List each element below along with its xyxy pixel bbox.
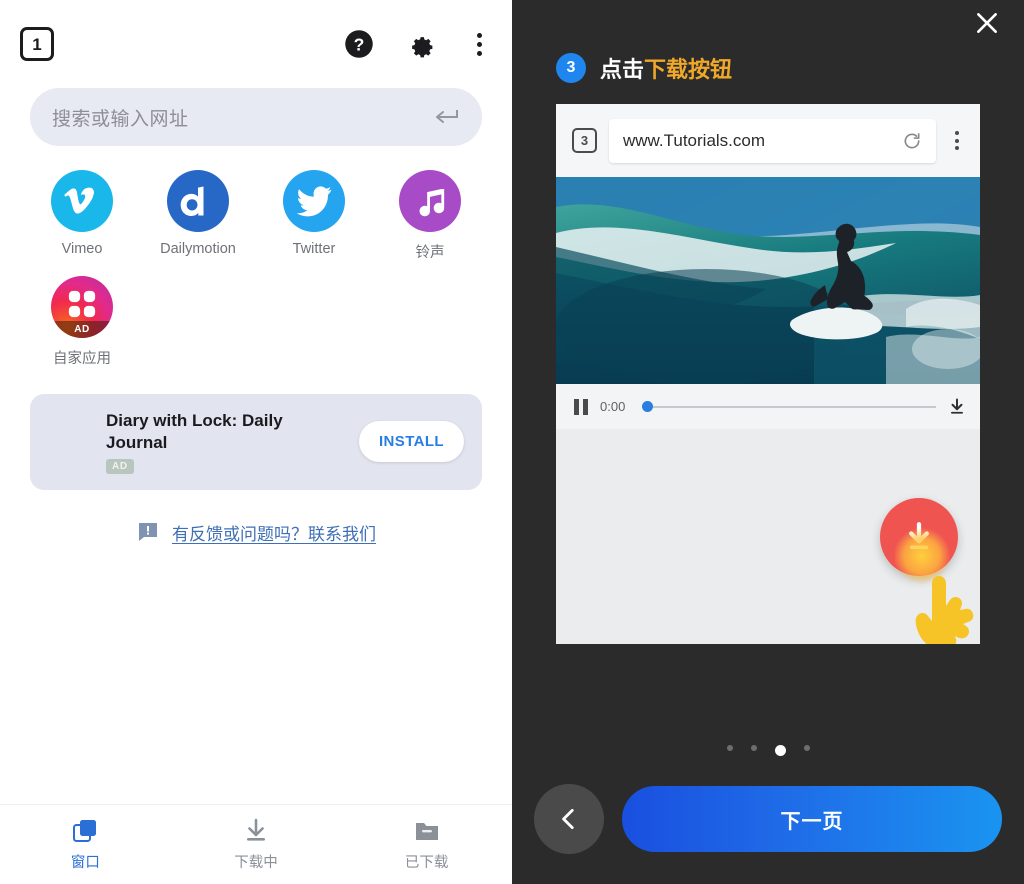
- overflow-menu-button[interactable]: [468, 29, 490, 59]
- pagination-dot[interactable]: [803, 745, 810, 751]
- kebab-dot: [476, 32, 482, 38]
- nav-item-downloading[interactable]: 下载中: [171, 817, 342, 872]
- shortcut-label: Twitter: [292, 241, 336, 257]
- ad-text-block: Diary with Lock: Daily Journal AD: [106, 410, 345, 474]
- clover-glyph: [68, 290, 96, 317]
- browser-home-panel: 1 ? 搜索或输入网址 Vimeo Dailymotion Twitter 铃声…: [0, 0, 512, 884]
- video-thumbnail[interactable]: [556, 177, 980, 384]
- shortcut-label: Dailymotion: [160, 241, 236, 257]
- close-button[interactable]: [964, 0, 1010, 46]
- shortcut-label: 铃声: [415, 245, 445, 261]
- shortcut-vimeo[interactable]: Vimeo: [24, 170, 140, 262]
- ad-card[interactable]: Diary with Lock: Daily Journal AD INSTAL…: [30, 394, 482, 490]
- help-circle-icon: ?: [345, 30, 373, 58]
- nav-item-downloaded[interactable]: 已下载: [341, 817, 512, 872]
- kebab-dot: [955, 138, 959, 143]
- step-title-highlight: 下载按钮: [644, 57, 733, 82]
- video-player-controls: 0:00: [556, 384, 980, 429]
- settings-button[interactable]: [406, 29, 436, 59]
- windows-stack-icon: [73, 820, 97, 842]
- tap-hand-icon: [915, 576, 974, 644]
- download-arrow-icon: [247, 818, 265, 841]
- chevron-left-icon: [562, 808, 574, 830]
- gear-icon: [412, 37, 433, 58]
- enter-return-icon[interactable]: [430, 105, 460, 129]
- tutorial-step-header: 3 点击下载按钮: [556, 52, 1024, 84]
- home-empty-space: [0, 545, 512, 805]
- install-button[interactable]: INSTALL: [358, 421, 464, 463]
- mock-tab-count[interactable]: 3: [572, 128, 597, 153]
- shortcut-ringtone[interactable]: 铃声: [372, 170, 488, 262]
- svg-text:?: ?: [354, 35, 365, 55]
- nav-label: 窗口: [70, 855, 100, 871]
- kebab-dot: [955, 146, 959, 150]
- ad-label-badge: AD: [106, 458, 134, 474]
- tutorial-actions: 下一页: [512, 784, 1024, 884]
- pause-bar: [583, 398, 588, 415]
- shortcut-label: 自家应用: [53, 351, 111, 367]
- mock-address-field[interactable]: www.Tutorials.com: [609, 118, 936, 163]
- topbar-actions: ?: [344, 29, 490, 59]
- feedback-bubble-icon: [139, 523, 157, 541]
- vimeo-icon: [51, 170, 113, 232]
- pagination-dot[interactable]: [750, 745, 757, 751]
- seek-slider[interactable]: [642, 399, 936, 415]
- tab-count-label: 1: [32, 34, 42, 54]
- search-bar-container: 搜索或输入网址: [0, 88, 512, 146]
- phone-mockup: 3 www.Tutorials.com 0:00: [556, 104, 980, 644]
- mock-overflow-menu[interactable]: [948, 131, 966, 150]
- download-arrow-icon[interactable]: [948, 397, 966, 417]
- ad-title: Diary with Lock: Daily Journal: [106, 411, 283, 452]
- browser-topbar: 1 ?: [0, 0, 512, 88]
- seek-thumb[interactable]: [642, 401, 653, 412]
- pagination-dot-active[interactable]: [774, 745, 786, 756]
- mock-url-bar: 3 www.Tutorials.com: [556, 104, 980, 177]
- music-note-icon: [399, 170, 461, 232]
- step-title-plain: 点击: [600, 57, 645, 82]
- dailymotion-icon: [167, 170, 229, 232]
- close-x-icon: [977, 13, 997, 33]
- kebab-dot: [955, 131, 959, 135]
- nav-label: 已下载: [404, 855, 449, 871]
- house-apps-icon: AD: [51, 276, 113, 338]
- back-button[interactable]: [534, 784, 604, 854]
- shortcut-house-apps[interactable]: AD 自家应用: [24, 276, 140, 368]
- nav-item-windows[interactable]: 窗口: [0, 817, 171, 872]
- folder-done-icon: [415, 823, 438, 840]
- tutorial-overlay-panel: 3 点击下载按钮 3 www.Tutorials.com 0:00 下一页: [512, 0, 1024, 884]
- pause-bar: [574, 398, 579, 415]
- shortcut-twitter[interactable]: Twitter: [256, 170, 372, 262]
- search-placeholder: 搜索或输入网址: [52, 108, 189, 130]
- twitter-icon: [283, 170, 345, 232]
- feedback-link[interactable]: 有反馈或问题吗？联系我们: [0, 520, 512, 545]
- tutorial-empty-space: [512, 644, 1024, 745]
- shortcut-dailymotion[interactable]: Dailymotion: [140, 170, 256, 262]
- mock-url-text: www.Tutorials.com: [623, 130, 766, 150]
- nav-label: 下载中: [234, 855, 278, 871]
- surfer-riding-wave-image: [556, 177, 980, 384]
- shortcut-label: Vimeo: [61, 241, 103, 257]
- step-number-badge: 3: [556, 53, 586, 83]
- tab-count-button[interactable]: 1: [20, 27, 54, 61]
- shortcut-grid: Vimeo Dailymotion Twitter 铃声 AD 自家应用: [0, 146, 512, 368]
- step-title: 点击下载按钮: [600, 52, 732, 84]
- pagination-dots: [512, 745, 1024, 756]
- next-page-button[interactable]: 下一页: [622, 786, 1002, 852]
- pagination-dot[interactable]: [726, 745, 733, 751]
- pause-icon[interactable]: [574, 398, 588, 415]
- search-input[interactable]: 搜索或输入网址: [30, 88, 482, 146]
- kebab-dot: [476, 50, 482, 56]
- kebab-dot: [476, 41, 482, 47]
- feedback-text: 有反馈或问题吗？联系我们: [172, 524, 376, 544]
- ad-badge: AD: [51, 321, 113, 338]
- playback-time: 0:00: [600, 399, 626, 414]
- bottom-navigation: 窗口 下载中 已下载: [0, 804, 512, 884]
- reload-icon[interactable]: [902, 131, 922, 151]
- help-button[interactable]: ?: [344, 29, 374, 59]
- seek-track: [642, 405, 936, 408]
- page-body: [556, 429, 980, 644]
- ad-card-container: Diary with Lock: Daily Journal AD INSTAL…: [0, 368, 512, 490]
